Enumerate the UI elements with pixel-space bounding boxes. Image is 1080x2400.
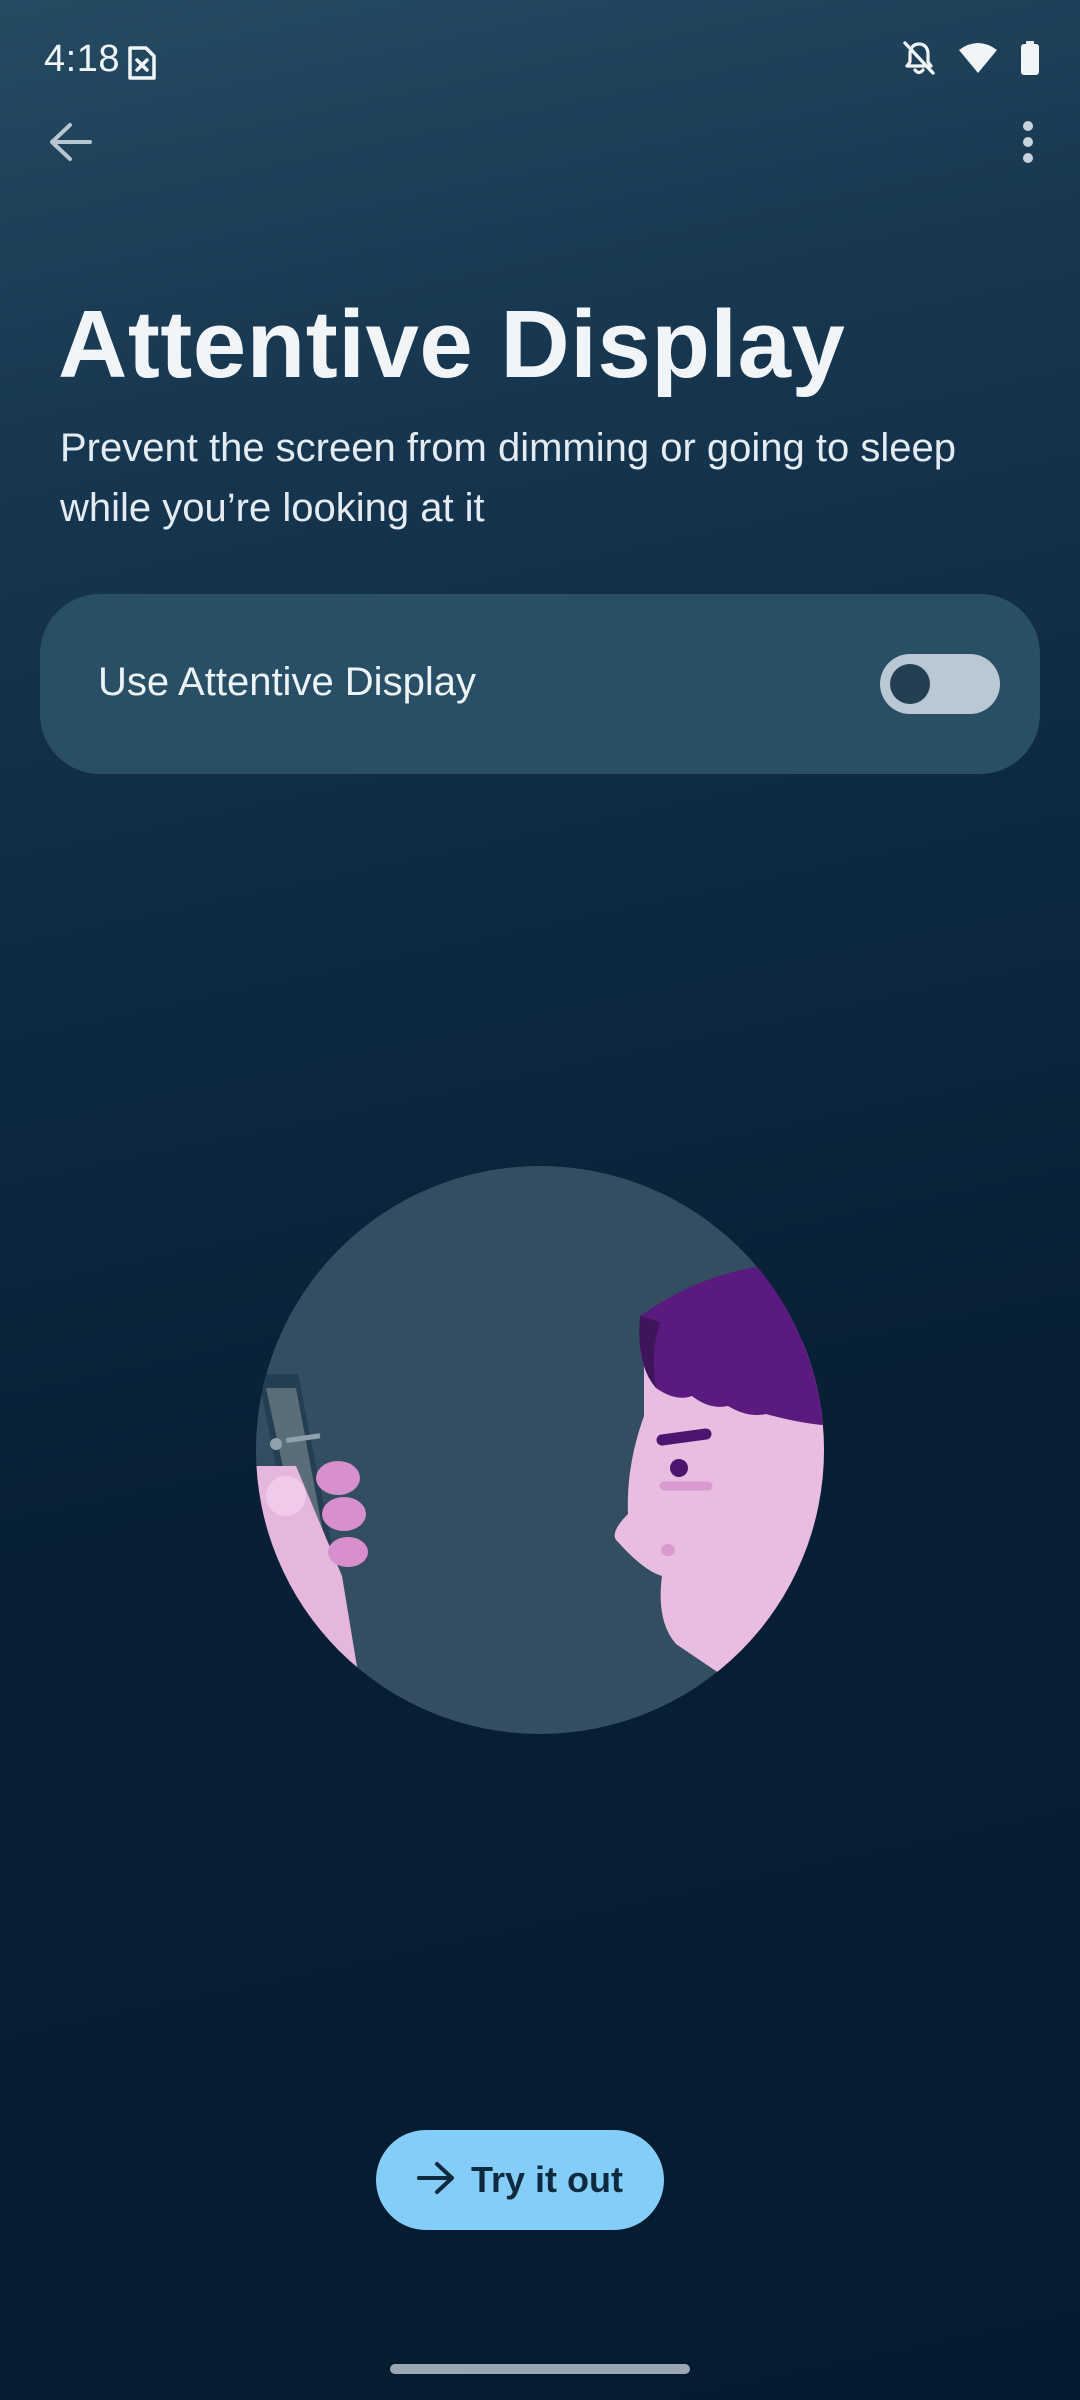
arrow-forward-icon [417, 2161, 455, 2200]
wifi-icon [958, 42, 998, 79]
use-attentive-display-toggle-row[interactable]: Use Attentive Display [40, 594, 1040, 774]
status-bar: 4:18 [0, 0, 1080, 126]
back-button[interactable] [22, 96, 118, 192]
try-it-out-button[interactable]: Try it out [376, 2130, 664, 2230]
status-time: 4:18 [44, 38, 120, 80]
try-it-out-label: Try it out [471, 2159, 623, 2200]
battery-icon [1020, 41, 1040, 80]
arrow-back-icon [48, 122, 92, 167]
page-description: Prevent the screen from dimming or going… [60, 426, 956, 530]
status-icons [902, 40, 1040, 81]
gesture-navigation-handle[interactable] [390, 2364, 690, 2374]
page-title: Attentive Display [58, 291, 846, 398]
more-vert-icon [1022, 120, 1034, 168]
attentive-display-illustration [256, 1166, 824, 1734]
switch-knob [890, 664, 930, 704]
notifications-off-icon [902, 40, 936, 81]
more-options-button[interactable] [980, 96, 1076, 192]
no-sim-icon [126, 46, 156, 80]
use-attentive-display-switch[interactable] [880, 654, 1000, 714]
toggle-label: Use Attentive Display [98, 660, 476, 704]
